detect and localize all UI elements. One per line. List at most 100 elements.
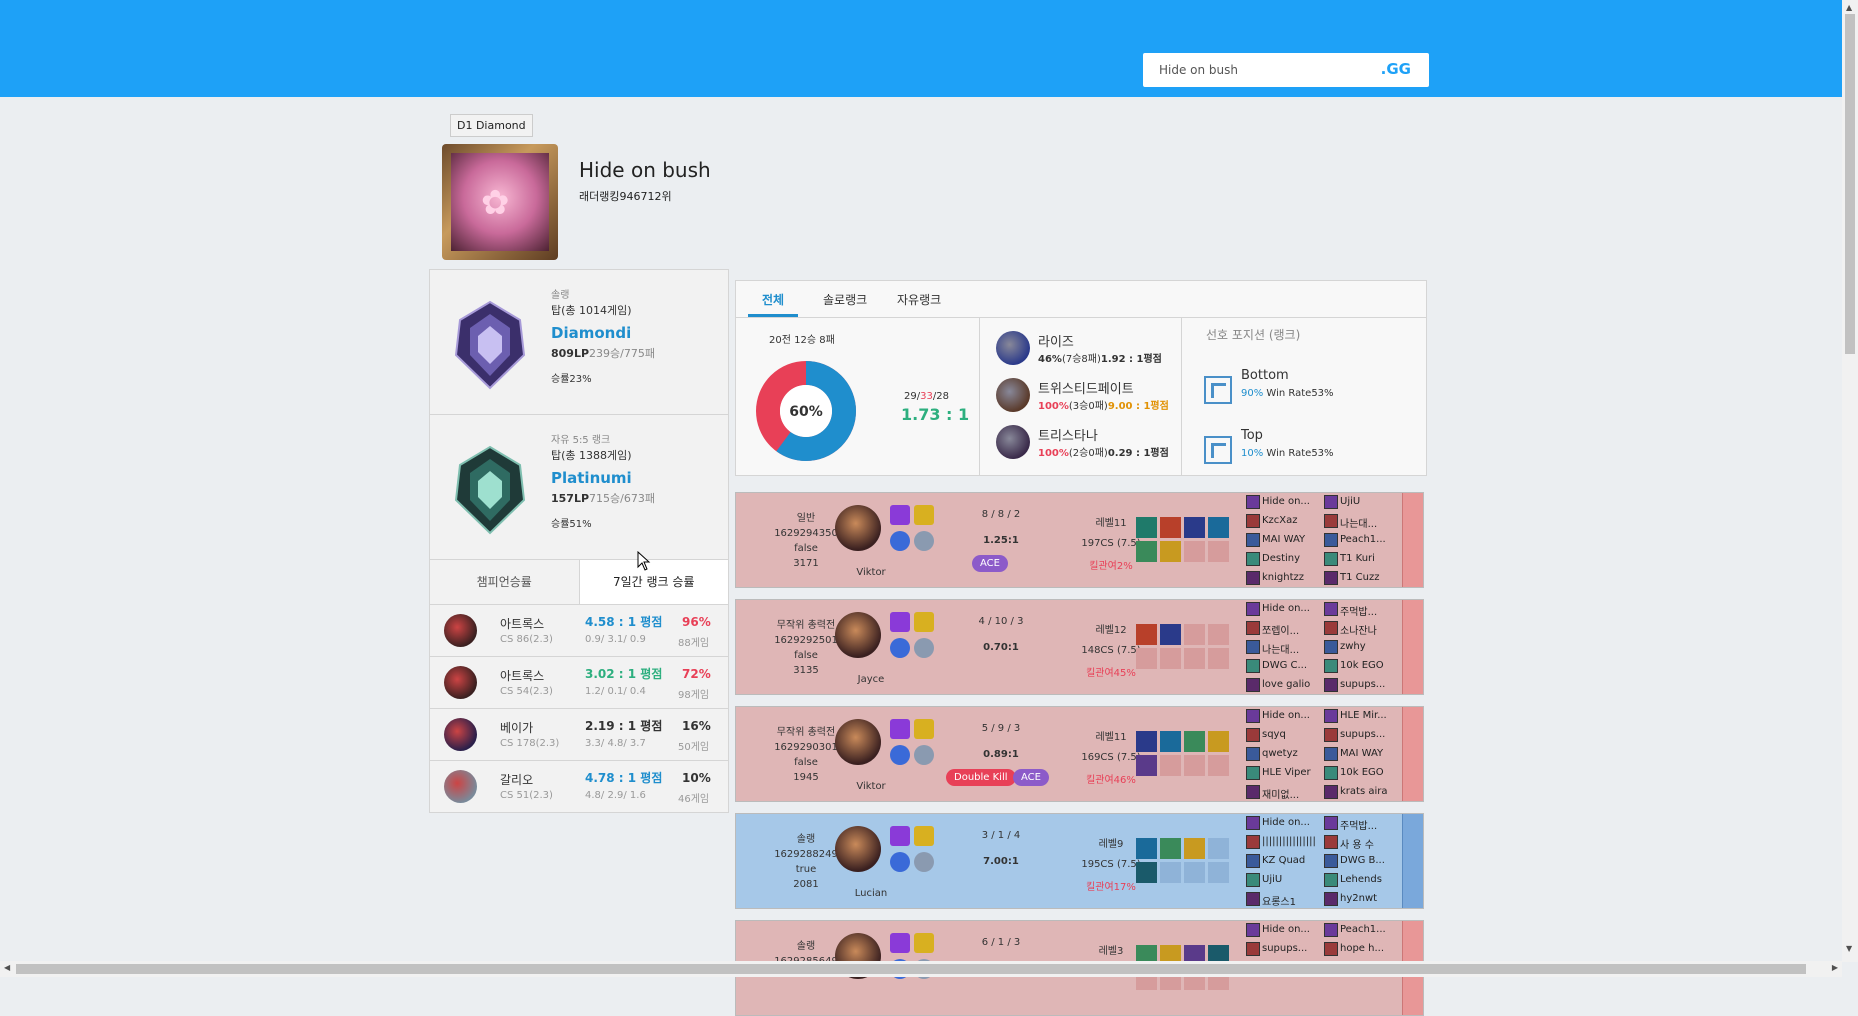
player[interactable]: HLE Viper [1246, 764, 1326, 783]
item-slot [1208, 648, 1229, 669]
match-row[interactable]: 무작위 총력전 1629290301 false 1945 Viktor 5 / 9 / … [735, 706, 1424, 802]
player[interactable]: 10k EGO [1324, 657, 1404, 676]
player[interactable]: Peach1... [1324, 531, 1404, 550]
item-slot [1184, 838, 1205, 859]
vertical-scrollbar[interactable]: ▲ ▼ [1842, 0, 1858, 962]
tab-flex-rank[interactable]: 자유랭크 [897, 291, 941, 308]
item-slot [1208, 731, 1229, 752]
champion-row[interactable]: 아트록스 CS 86(2.3) 4.58 : 1 평점 0.9/ 3.1/ 0.9 96… [429, 605, 729, 657]
ace-badge: ACE [1013, 769, 1049, 786]
player-champion-icon [1324, 747, 1338, 761]
player[interactable]: hope h... [1324, 940, 1404, 959]
champion-row[interactable]: 갈리오 CS 51(2.3) 4.78 : 1 평점 4.8/ 2.9/ 1.6 10%… [429, 761, 729, 813]
summary-tabs: 전체 솔로랭크 자유랭크 [736, 281, 1426, 318]
player[interactable]: KZ Quad [1246, 852, 1326, 871]
player[interactable]: T1 Cuzz [1324, 569, 1404, 588]
champion-row[interactable]: 아트록스 CS 54(2.3) 3.02 : 1 평점 1.2/ 0.1/ 0.4 72… [429, 657, 729, 709]
player[interactable]: krats aira [1324, 783, 1404, 802]
player[interactable]: Hide on... [1246, 814, 1326, 833]
result-bar [1402, 814, 1423, 908]
player[interactable]: UjiU [1246, 871, 1326, 890]
match-row[interactable]: 무작위 총력전 1629292501 false 3135 Jayce 4 / 10 / … [735, 599, 1424, 695]
tab-all[interactable]: 전체 [762, 291, 784, 308]
player[interactable]: 10k EGO [1324, 764, 1404, 783]
scroll-thumb[interactable] [1845, 14, 1855, 354]
player[interactable]: Hide on... [1246, 707, 1326, 726]
red-team: 주먹밥... 소나잔나 zwhy 10k EGO supups... [1324, 600, 1404, 695]
red-team: HLE Mir... supups... MAI WAY 10k EGO krats a… [1324, 707, 1404, 802]
champion-kda-detail: 4.8/ 2.9/ 1.6 [585, 790, 646, 801]
player[interactable]: supups... [1324, 676, 1404, 695]
player[interactable]: Destiny [1246, 550, 1326, 569]
player[interactable]: 나는대... [1324, 512, 1404, 531]
item-slot [1160, 731, 1181, 752]
scroll-left-icon[interactable]: ◀ [4, 963, 10, 972]
player[interactable]: HLE Mir... [1324, 707, 1404, 726]
match-kda-ratio: 1.25:1 [983, 535, 1019, 546]
horizontal-scrollbar[interactable]: ◀ ▶ [0, 961, 1842, 977]
player-name: UjiU [1262, 874, 1283, 885]
champion-row[interactable]: 베이가 CS 178(2.3) 2.19 : 1 평점 3.3/ 4.8/ 3.7 16… [429, 709, 729, 761]
player[interactable]: 나는대... [1246, 638, 1326, 657]
player[interactable]: MAI WAY [1324, 745, 1404, 764]
player[interactable]: 재미없... [1246, 783, 1326, 802]
search-box[interactable]: Hide on bush .GG [1143, 53, 1429, 87]
player-name: 소나잔나 [1340, 626, 1377, 637]
player-name: Hide on... [1262, 817, 1310, 828]
most-champion[interactable]: 트리스타나 100%(2승0패)0.29 : 1평점 [996, 425, 1176, 465]
champion-icon [996, 425, 1030, 459]
player[interactable]: Hide on... [1246, 921, 1326, 940]
most-champion[interactable]: 트위스티드페이트 100%(3승0패)9.00 : 1평점 [996, 378, 1176, 418]
tab-7day-rank-winrate[interactable]: 7일간 랭크 승률 [578, 560, 728, 604]
profile-icon: ✿ [442, 144, 558, 260]
player[interactable]: hy2nwt [1324, 890, 1404, 909]
player[interactable]: 주먹밥... [1324, 814, 1404, 833]
player[interactable]: 소나잔나 [1324, 619, 1404, 638]
player[interactable]: sqyq [1246, 726, 1326, 745]
player[interactable]: UjiU [1324, 493, 1404, 512]
kda: 1.92 : 1평점 [1100, 354, 1162, 365]
most-champion[interactable]: 라이즈 46%(7승8패)1.92 : 1평점 [996, 331, 1176, 371]
left-panel: 솔랭 탑(총 1014게임) Diamondi 809LP239승/775패 승… [429, 269, 729, 813]
player-champion-icon [1324, 678, 1338, 692]
scroll-right-icon[interactable]: ▶ [1832, 963, 1838, 972]
scroll-thumb[interactable] [16, 964, 1806, 974]
player[interactable]: Lehends [1324, 871, 1404, 890]
player[interactable]: qwetyz [1246, 745, 1326, 764]
tab-champion-winrate[interactable]: 챔피언승률 [430, 560, 579, 604]
match-row[interactable]: 일반 1629294350 false 3171 Viktor 8 / 8 / 2 1.25… [735, 492, 1424, 588]
scroll-up-icon[interactable]: ▲ [1846, 3, 1852, 12]
player[interactable]: Hide on... [1246, 493, 1326, 512]
player[interactable]: supups... [1246, 940, 1326, 959]
rank-lp: 157LP715승/673패 [551, 492, 655, 505]
player-champion-icon [1324, 873, 1338, 887]
rank-tier: Platinumi [551, 469, 632, 487]
champion-kda-detail: 1.2/ 0.1/ 0.4 [585, 686, 646, 697]
player[interactable]: DWG C... [1246, 657, 1326, 676]
search-submit-button[interactable]: .GG [1381, 60, 1411, 78]
player[interactable]: |||||||||||||||| [1246, 833, 1326, 852]
player-name: KzcXaz [1262, 515, 1298, 526]
player[interactable]: T1 Kuri [1324, 550, 1404, 569]
match-row[interactable]: 솔랭 1629288249 true 2081 Lucian 3 / 1 / 4 7.00:… [735, 813, 1424, 909]
scroll-down-icon[interactable]: ▼ [1846, 944, 1852, 953]
player[interactable]: zwhy [1324, 638, 1404, 657]
player[interactable]: KzcXaz [1246, 512, 1326, 531]
tab-solo-rank[interactable]: 솔로랭크 [823, 291, 867, 308]
player[interactable]: love galio [1246, 676, 1326, 695]
player[interactable]: MAI WAY [1246, 531, 1326, 550]
player[interactable]: knightzz [1246, 569, 1326, 588]
champion-games: 88게임 [678, 638, 710, 649]
player[interactable]: DWG B... [1324, 852, 1404, 871]
search-input[interactable]: Hide on bush [1159, 63, 1238, 77]
position-stats: 10% Win Rate53% [1241, 448, 1334, 459]
player[interactable]: 쪼렙이... [1246, 619, 1326, 638]
player[interactable]: supups... [1324, 726, 1404, 745]
player[interactable]: 사 용 수 [1324, 833, 1404, 852]
summoner-name: Hide on bush [579, 158, 711, 182]
player[interactable]: Peach1... [1324, 921, 1404, 940]
player[interactable]: 요롱스1 [1246, 890, 1326, 909]
result-bar [1402, 600, 1423, 694]
player[interactable]: Hide on... [1246, 600, 1326, 619]
player[interactable]: 주먹밥... [1324, 600, 1404, 619]
